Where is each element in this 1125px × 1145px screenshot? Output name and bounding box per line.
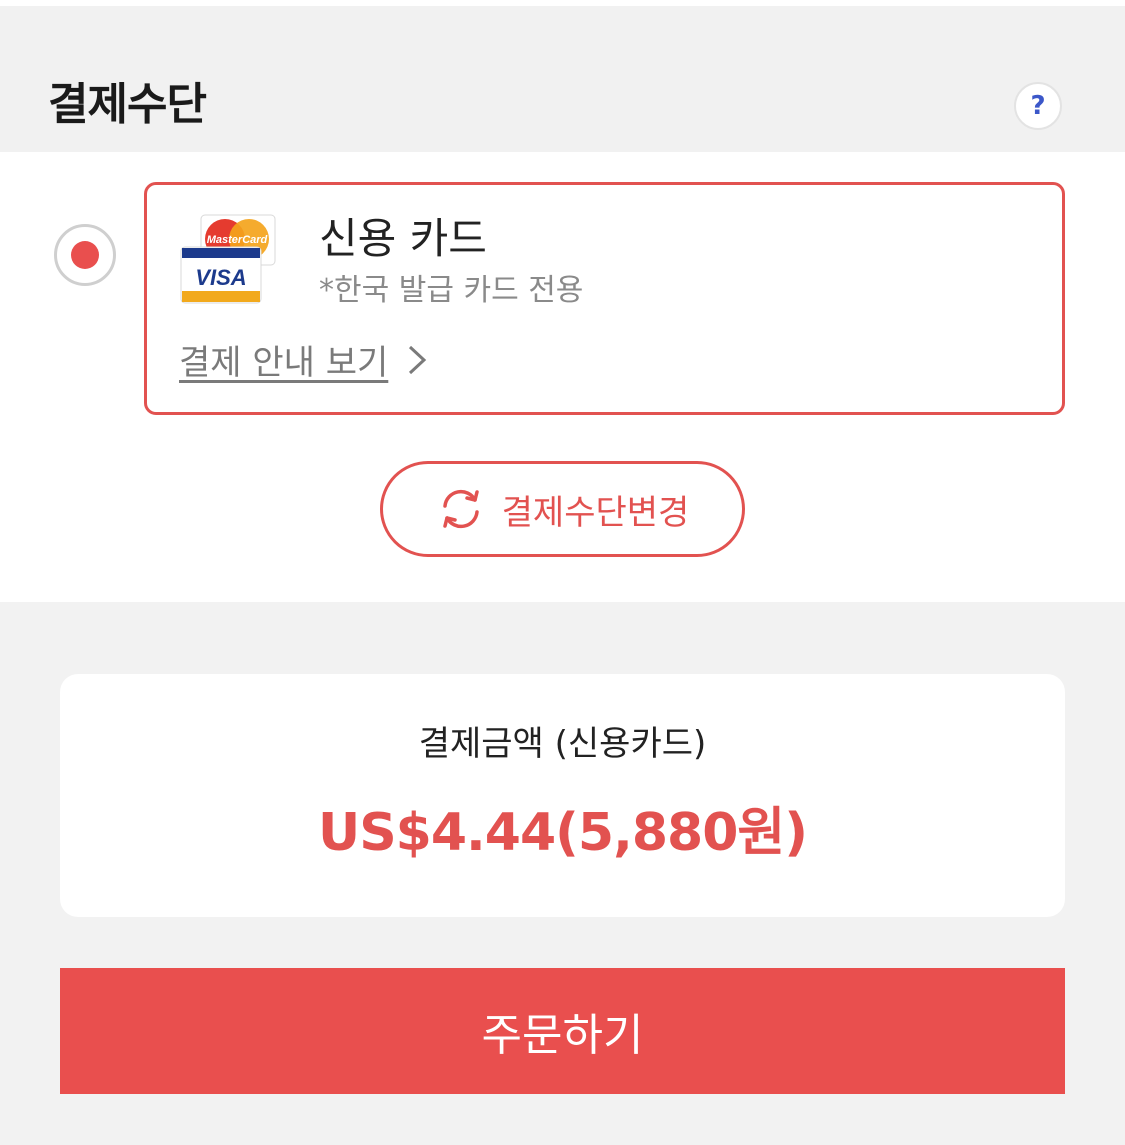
payment-radio-credit-card[interactable] (54, 224, 116, 286)
mastercard-logo-text: MasterCard (207, 234, 268, 246)
payment-option-credit-card[interactable]: MasterCard VISA 신용 카드 *한국 발급 카드 전용 결제 안내… (144, 182, 1065, 415)
credit-card-logo-icon: MasterCard VISA (180, 214, 276, 304)
order-button[interactable]: 주문하기 (60, 968, 1065, 1094)
change-payment-method-button[interactable]: 결제수단변경 (380, 461, 745, 557)
payment-option-note: *한국 발급 카드 전용 (319, 273, 584, 308)
section-title: 결제수단 (48, 79, 207, 130)
radio-selected-dot (71, 241, 99, 269)
payment-amount-card: 결제금액 (신용카드) US$4.44(5,880원) (60, 674, 1065, 917)
visa-logo-text: VISA (195, 265, 246, 290)
payment-amount-value: US$4.44(5,880원) (317, 803, 808, 863)
payment-option-name: 신용 카드 (319, 214, 487, 263)
change-payment-method-label: 결제수단변경 (501, 492, 690, 533)
chevron-right-icon (409, 345, 427, 374)
question-mark-icon: ? (1030, 91, 1046, 121)
section-header: 결제수단 ? (0, 6, 1125, 152)
help-button[interactable]: ? (1014, 82, 1062, 130)
payment-guide-link[interactable]: 결제 안내 보기 (179, 335, 428, 384)
payment-guide-link-label: 결제 안내 보기 (179, 343, 389, 383)
payment-amount-label: 결제금액 (신용카드) (418, 724, 707, 764)
refresh-icon (442, 489, 479, 529)
